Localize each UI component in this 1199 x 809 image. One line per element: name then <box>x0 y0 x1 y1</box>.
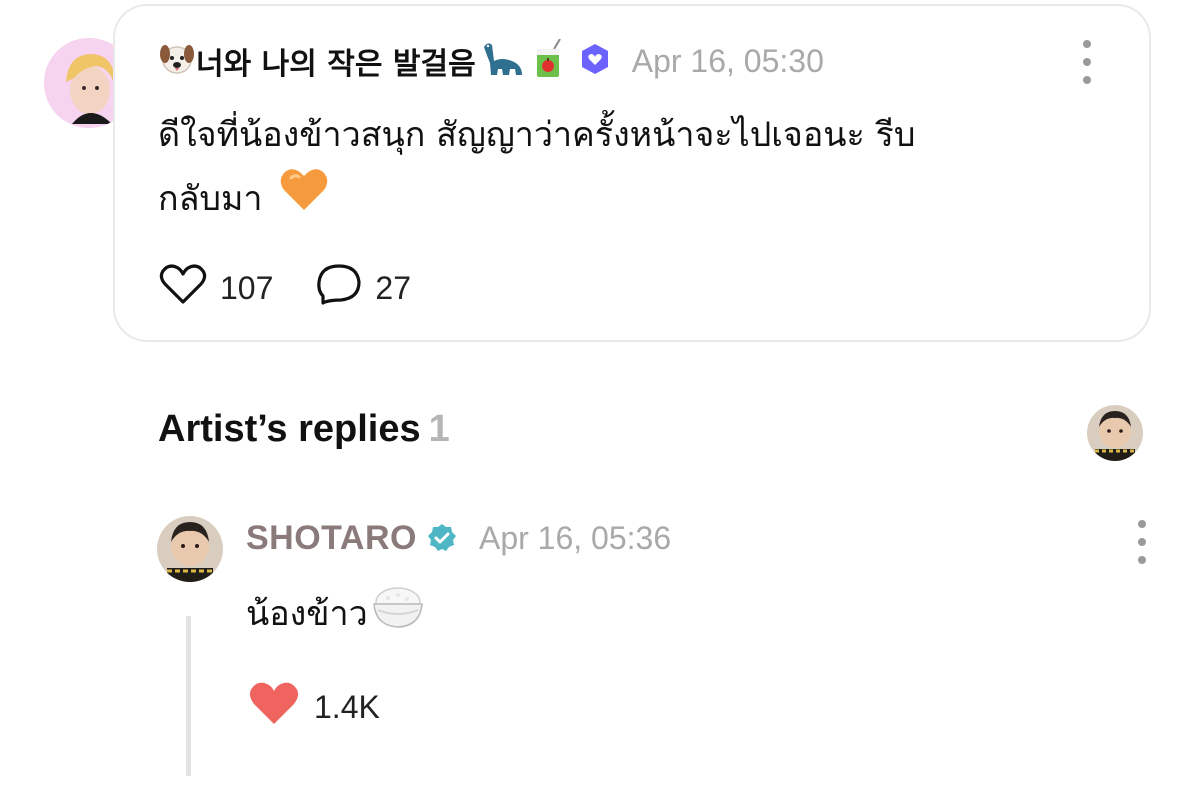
artist-replies-heading: Artist’s replies 1 <box>158 408 450 451</box>
reply-like-count: 1.4K <box>314 688 380 725</box>
orange-heart-icon <box>279 166 329 232</box>
sauropod-icon <box>480 39 524 83</box>
post-body-line-2-row: กลับมา <box>158 166 1058 232</box>
speech-bubble-icon <box>315 262 363 314</box>
heart-outline-icon <box>158 262 208 314</box>
comment-count: 27 <box>375 269 411 306</box>
post-author-name[interactable]: 너와 나의 작은 발걸음 <box>196 39 476 83</box>
post-body-line-1: ดีใจที่น้องข้าวสนุก สัญญาว่าครั้งหน้าจะไ… <box>158 115 916 155</box>
post-more-options-button[interactable] <box>1077 40 1097 84</box>
post-body-line-2: กลับมา <box>158 179 263 219</box>
post-actions: 107 27 <box>158 262 411 314</box>
reply-author-name[interactable]: SHOTARO <box>246 519 417 558</box>
like-count: 107 <box>220 269 274 306</box>
reply-actions: 1.4K <box>248 680 380 734</box>
heart-badge-icon <box>580 43 610 79</box>
juice-box-icon <box>534 38 564 83</box>
verified-badge-icon <box>427 523 457 553</box>
heart-filled-icon <box>248 680 300 734</box>
reply-more-options-button[interactable] <box>1132 520 1152 564</box>
post-header: 너와 나의 작은 발걸음 Apr 16, 05:30 <box>158 36 824 86</box>
reply-thread-line <box>186 616 191 776</box>
post-timestamp: Apr 16, 05:30 <box>631 42 824 79</box>
reply-text: น้องข้าว <box>246 593 368 634</box>
reply-body: น้องข้าว <box>246 580 426 647</box>
reply-timestamp: Apr 16, 05:36 <box>478 519 672 556</box>
reply-header: SHOTARO Apr 16, 05:36 <box>246 514 671 562</box>
artist-replies-count: 1 <box>428 408 450 450</box>
rice-bowl-icon <box>370 580 426 647</box>
like-button[interactable]: 107 <box>158 262 273 314</box>
reply-like-button[interactable]: 1.4K <box>248 680 380 734</box>
post-body: ดีใจที่น้องข้าวสนุก สัญญาว่าครั้งหน้าจะไ… <box>158 104 1058 232</box>
artist-mini-avatar[interactable] <box>1087 405 1143 461</box>
artist-replies-title: Artist’s replies <box>158 408 421 450</box>
comment-thread-screen: 너와 나의 작은 발걸음 Apr 16, 05:30 ดีใจที่น้องข้… <box>0 0 1199 809</box>
artist-avatar[interactable] <box>157 516 223 582</box>
dog-face-icon <box>158 40 196 82</box>
comment-button[interactable]: 27 <box>315 262 411 314</box>
